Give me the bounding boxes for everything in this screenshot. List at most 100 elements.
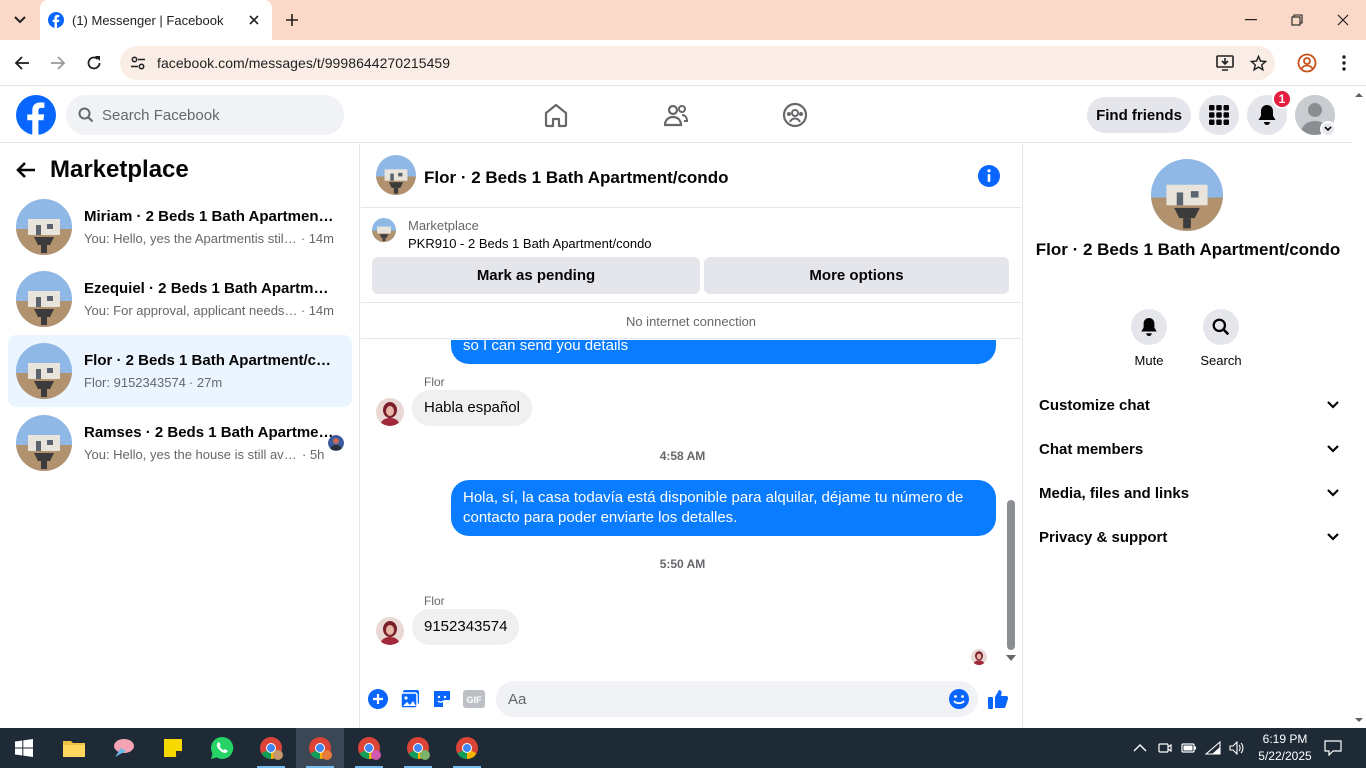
chrome-icon	[260, 737, 283, 760]
privacy-support-row[interactable]: Privacy & support	[1039, 515, 1339, 559]
restore-icon	[1291, 14, 1303, 26]
browser-menu-button[interactable]	[1332, 51, 1356, 75]
customize-chat-row[interactable]: Customize chat	[1039, 383, 1339, 427]
chevron-down-icon	[1327, 489, 1339, 497]
conversation-item[interactable]: Miriam · 2 Beds 1 Bath Apartment/condo Y…	[8, 191, 352, 263]
address-bar[interactable]: facebook.com/messages/t/9998644270215459	[120, 46, 1275, 80]
folder-icon	[63, 741, 85, 757]
notification-center[interactable]	[1323, 738, 1343, 758]
chevron-down-icon	[1327, 401, 1339, 409]
friends-icon	[663, 104, 689, 127]
back-button[interactable]	[10, 51, 34, 75]
chat-title[interactable]: Flor · 2 Beds 1 Bath Apartment/condo	[424, 168, 728, 188]
clock-date: 5/22/2025	[1258, 749, 1312, 763]
listing-source: Marketplace	[408, 218, 479, 233]
app-icon	[114, 739, 134, 757]
site-info-icon[interactable]	[128, 53, 148, 73]
find-friends-button[interactable]: Find friends	[1087, 97, 1191, 133]
chrome-taskbar-3[interactable]	[345, 728, 393, 768]
message-composer: GIF	[361, 674, 1021, 728]
listing-thumbnail[interactable]	[372, 218, 396, 242]
chrome-taskbar-5[interactable]	[443, 728, 491, 768]
chrome-taskbar-active[interactable]	[296, 728, 344, 768]
thread-scrollbar[interactable]	[1007, 500, 1015, 650]
file-explorer-taskbar[interactable]	[50, 728, 98, 768]
mark-as-pending-button[interactable]: Mark as pending	[372, 257, 700, 294]
conversation-preview: Flor: 9152343574	[84, 375, 186, 390]
camera-icon	[1158, 743, 1172, 753]
install-app-icon[interactable]	[1215, 53, 1235, 73]
back-arrow-icon[interactable]	[16, 161, 36, 179]
minimize-button[interactable]	[1228, 0, 1274, 40]
outgoing-message: so I can send you details	[451, 340, 996, 364]
chat-avatar[interactable]	[376, 155, 416, 195]
thumbs-up-icon[interactable]	[986, 687, 1010, 711]
system-clock[interactable]: 6:19 PM 5/22/2025	[1255, 731, 1315, 765]
new-tab-button[interactable]	[282, 10, 302, 30]
close-window-button[interactable]	[1320, 0, 1366, 40]
search-icon	[78, 107, 94, 123]
whatsapp-taskbar[interactable]	[198, 728, 246, 768]
facebook-favicon-icon	[48, 12, 64, 28]
battery-tray[interactable]	[1179, 738, 1199, 758]
info-icon[interactable]	[977, 164, 1001, 188]
friends-nav[interactable]	[661, 100, 691, 130]
media-files-links-row[interactable]: Media, files and links	[1039, 471, 1339, 515]
menu-button[interactable]	[1199, 95, 1239, 135]
chrome-taskbar-1[interactable]	[247, 728, 295, 768]
chat-details-title: Flor · 2 Beds 1 Bath Apartment/condo	[1035, 240, 1341, 259]
tab-close-icon[interactable]	[246, 12, 262, 28]
listing-thumbnail	[16, 271, 72, 327]
page-scrollbar[interactable]	[1352, 87, 1366, 728]
conversation-item[interactable]: Ezequiel · 2 Beds 1 Bath Apartment/condo…	[8, 263, 352, 335]
home-nav[interactable]	[541, 100, 571, 130]
app-taskbar[interactable]	[100, 728, 148, 768]
reload-icon	[87, 56, 101, 70]
chat-members-row[interactable]: Chat members	[1039, 427, 1339, 471]
facebook-header: Search Facebook Find friends	[0, 87, 1352, 143]
browser-toolbar: facebook.com/messages/t/9998644270215459	[0, 40, 1366, 86]
reload-button[interactable]	[82, 51, 106, 75]
mute-action[interactable]: Mute	[1119, 309, 1179, 368]
profile-button[interactable]	[1295, 51, 1319, 75]
attach-photo-icon[interactable]	[398, 687, 422, 711]
message-input[interactable]	[496, 681, 978, 717]
account-menu-chevron[interactable]	[1320, 121, 1336, 137]
browser-tab[interactable]: (1) Messenger | Facebook	[40, 0, 272, 40]
gif-icon[interactable]: GIF	[462, 687, 486, 711]
chrome-icon	[309, 737, 332, 760]
row-label: Privacy & support	[1039, 528, 1168, 546]
show-hidden-icons[interactable]	[1130, 738, 1150, 758]
minimize-icon	[1245, 19, 1257, 21]
chevron-down-icon	[14, 16, 26, 24]
conversation-name: Miriam · 2 Beds 1 Bath Apartment/condo	[84, 208, 334, 225]
facebook-search[interactable]: Search Facebook	[66, 95, 344, 135]
volume-tray[interactable]	[1227, 738, 1247, 758]
network-tray[interactable]	[1203, 738, 1223, 758]
conversation-time: · 14m	[300, 231, 334, 246]
chrome-taskbar-4[interactable]	[394, 728, 442, 768]
meet-now-tray[interactable]	[1155, 738, 1175, 758]
sender-avatar[interactable]	[376, 398, 404, 426]
message-thread[interactable]: so I can send you details Flor Habla esp…	[361, 340, 1021, 670]
more-actions-icon[interactable]	[366, 687, 390, 711]
scroll-down-icon[interactable]	[1004, 653, 1018, 663]
tab-search-button[interactable]	[8, 8, 32, 32]
listing-title[interactable]: PKR910 - 2 Beds 1 Bath Apartment/condo	[408, 236, 652, 251]
conversation-item[interactable]: Ramses · 2 Beds 1 Bath Apartment/condo Y…	[8, 407, 352, 479]
forward-button[interactable]	[46, 51, 70, 75]
chevron-down-icon	[1327, 533, 1339, 541]
groups-nav[interactable]	[780, 100, 810, 130]
bookmark-star-icon[interactable]	[1248, 53, 1268, 73]
facebook-logo-icon[interactable]	[16, 95, 56, 135]
emoji-icon[interactable]	[947, 687, 971, 711]
sender-avatar[interactable]	[376, 617, 404, 645]
restore-button[interactable]	[1274, 0, 1320, 40]
seen-avatar	[971, 649, 987, 665]
conversation-item-active[interactable]: Flor · 2 Beds 1 Bath Apartment/condo Flo…	[8, 335, 352, 407]
sticker-icon[interactable]	[430, 687, 454, 711]
start-button[interactable]	[0, 728, 48, 768]
more-options-button[interactable]: More options	[704, 257, 1009, 294]
sticky-notes-taskbar[interactable]	[149, 728, 197, 768]
search-action[interactable]: Search	[1191, 309, 1251, 368]
